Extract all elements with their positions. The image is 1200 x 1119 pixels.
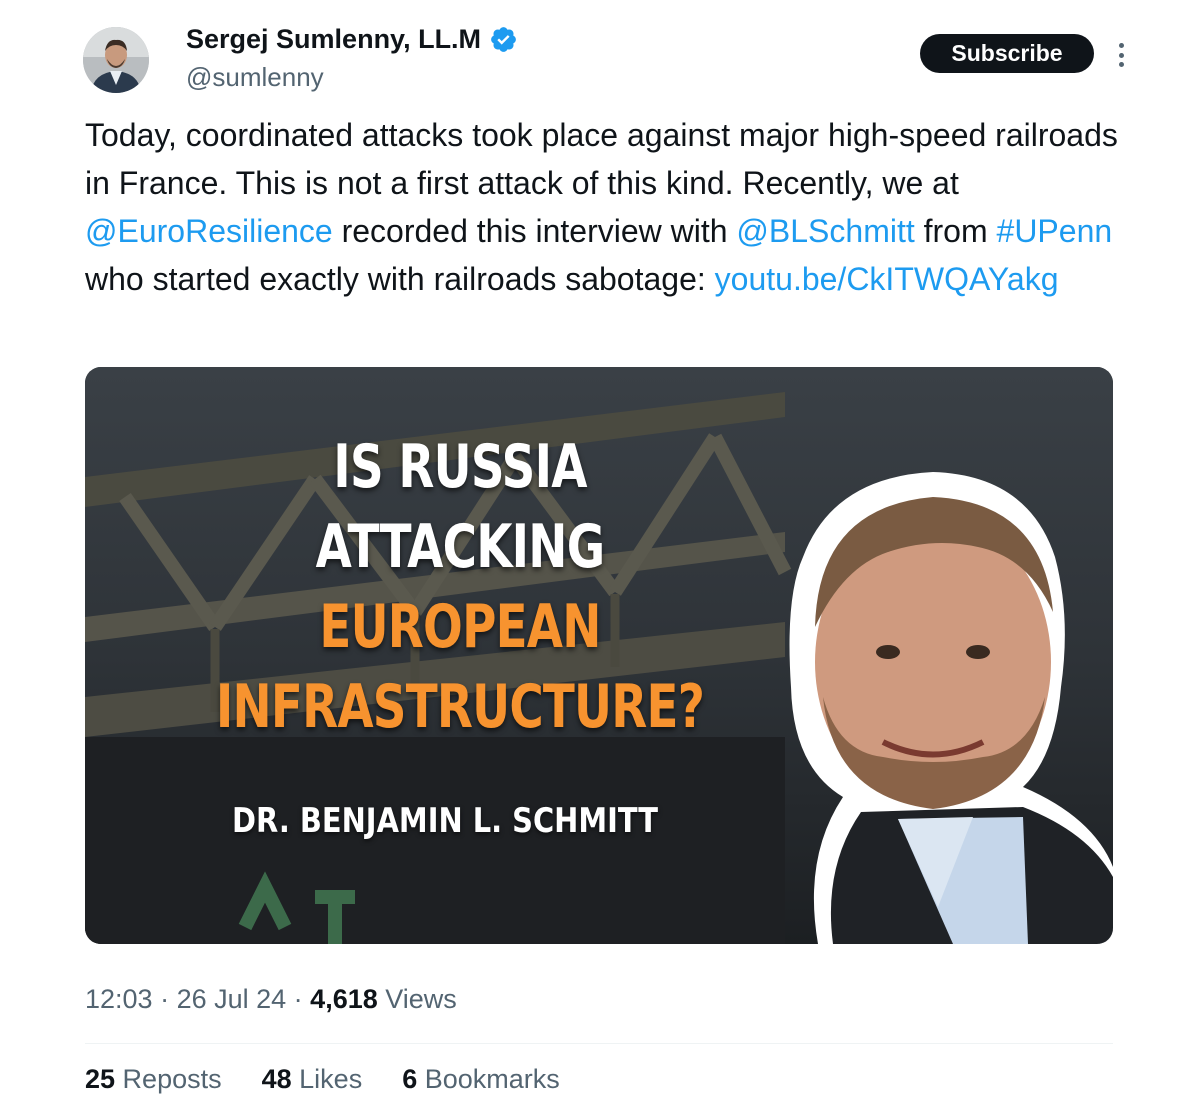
headline-line: EUROPEAN — [319, 592, 601, 662]
bookmarks-label: Bookmarks — [417, 1064, 560, 1094]
views-count: 4,618 — [310, 984, 378, 1014]
divider — [85, 1043, 1113, 1044]
tweet-text-part: who started exactly with railroads sabot… — [85, 261, 715, 297]
bookmarks-count: 6 — [402, 1064, 418, 1094]
reposts-count: 25 — [85, 1064, 116, 1094]
author-handle[interactable]: @sumlenny — [186, 62, 324, 93]
hashtag-upenn[interactable]: #UPenn — [997, 213, 1113, 249]
tweet-time[interactable]: 12:03 — [85, 984, 153, 1014]
likes-count: 48 — [261, 1064, 292, 1094]
likes-stat[interactable]: 48 Likes — [262, 1064, 363, 1095]
guest-name: DR. BENJAMIN L. SCHMITT — [232, 801, 658, 841]
mention-blschmitt[interactable]: @BLSchmitt — [736, 213, 914, 249]
headline-line: IS RUSSIA — [333, 432, 587, 502]
media-image[interactable]: IS RUSSIA ATTACKING EUROPEAN INFRASTRUCT… — [85, 367, 1113, 944]
mention-euroresilience[interactable]: @EuroResilience — [85, 213, 333, 249]
engagement-stats: 25 Reposts 48 Likes 6 Bookmarks — [85, 1064, 560, 1095]
guest-portrait — [789, 472, 1113, 944]
verified-badge-icon — [491, 27, 516, 52]
tweet-text-part: from — [914, 213, 997, 249]
avatar[interactable] — [83, 27, 149, 93]
youtube-link[interactable]: youtu.be/CkITWQAYakg — [715, 261, 1059, 297]
headline-line: ATTACKING — [315, 512, 605, 582]
more-dot — [1118, 62, 1124, 67]
thumbnail-headline: IS RUSSIA ATTACKING EUROPEAN INFRASTRUCT… — [195, 427, 725, 747]
tweet-text-part: recorded this interview with — [332, 213, 737, 249]
tweet-text-part: Today, coordinated attacks took place ag… — [85, 117, 1118, 201]
bookmarks-stat[interactable]: 6 Bookmarks — [402, 1064, 560, 1095]
author-name[interactable]: Sergej Sumlenny, LL.M — [186, 24, 518, 55]
subscribe-button[interactable]: Subscribe — [920, 34, 1094, 73]
likes-label: Likes — [291, 1064, 363, 1094]
more-dot — [1118, 52, 1124, 58]
meta-separator: · — [152, 984, 177, 1014]
meta-separator: · — [286, 984, 311, 1014]
more-options-icon[interactable] — [1110, 40, 1132, 70]
tweet-meta: 12:03 · 26 Jul 24 · 4,618 Views — [85, 984, 457, 1015]
more-dot — [1118, 43, 1124, 48]
views-label: Views — [377, 984, 457, 1014]
tweet-date[interactable]: 26 Jul 24 — [177, 984, 287, 1014]
reposts-stat[interactable]: 25 Reposts — [85, 1064, 222, 1095]
reposts-label: Reposts — [115, 1064, 222, 1094]
author-name-text[interactable]: Sergej Sumlenny, LL.M — [186, 24, 481, 55]
headline-line: INFRASTRUCTURE? — [215, 672, 705, 742]
tweet-text: Today, coordinated attacks took place ag… — [85, 111, 1125, 303]
